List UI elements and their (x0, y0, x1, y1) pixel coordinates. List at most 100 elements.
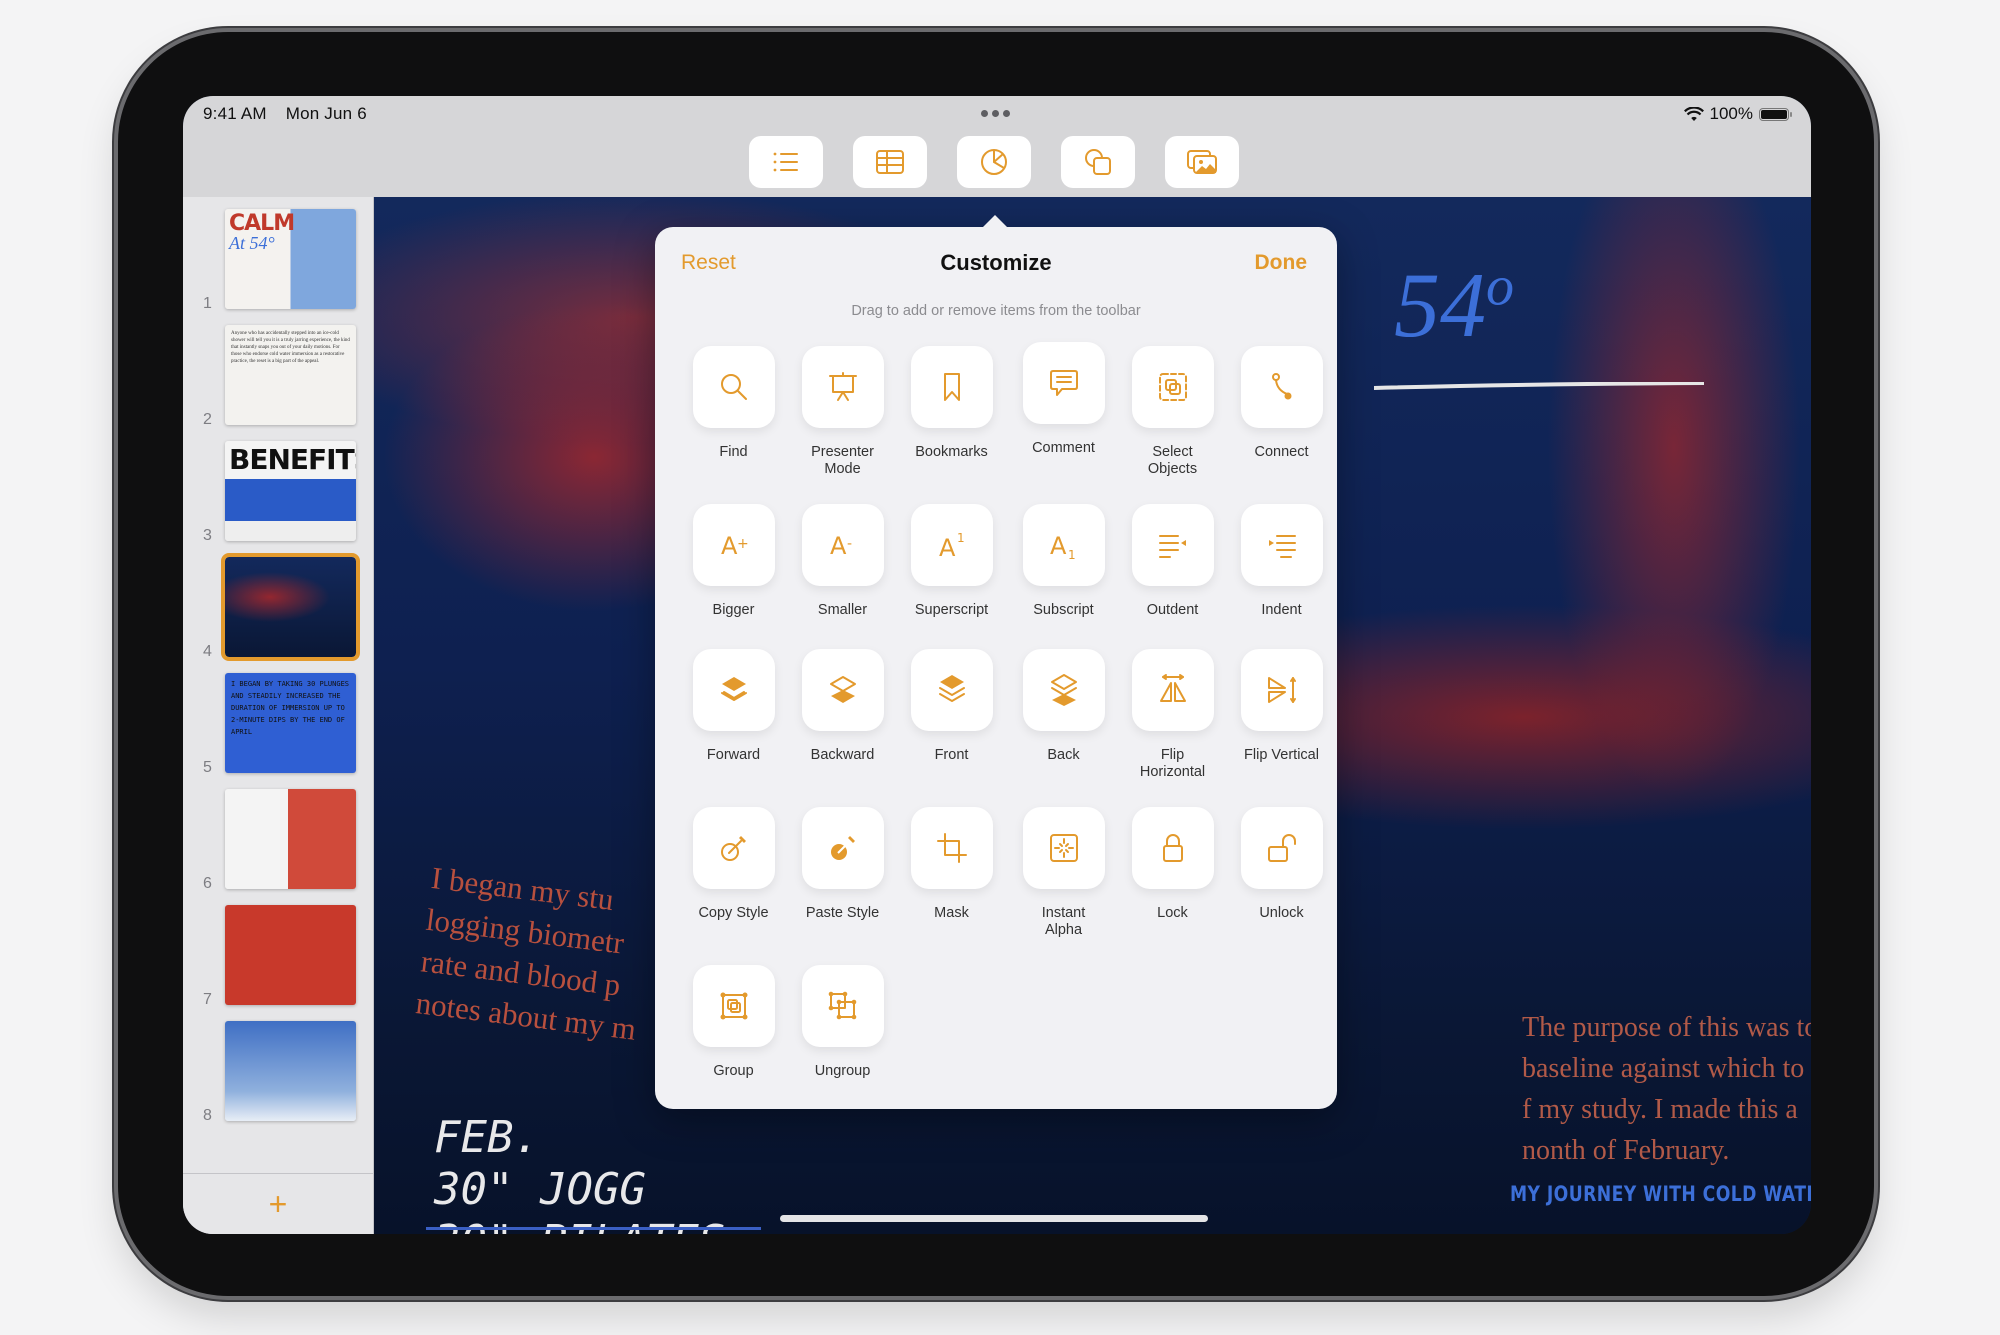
toolbar-chart-button[interactable] (957, 136, 1031, 188)
slide-thumbnail-subtitle: At 54° (229, 233, 275, 253)
toolbar-text-list-button[interactable] (749, 136, 823, 188)
slide-thumbnail-row[interactable]: 4 (183, 553, 373, 661)
toolbar-option-copy-style[interactable]: Copy Style (679, 807, 788, 922)
toolbar-option-backward[interactable]: Backward (788, 649, 897, 764)
toolbar-option-tile[interactable]: A- (801, 504, 884, 586)
toolbar-option-tile[interactable] (801, 965, 884, 1047)
slide-thumbnail[interactable] (225, 905, 356, 1005)
slide-number: 8 (203, 1107, 212, 1124)
toolbar-option-label: Unlock (1259, 905, 1304, 921)
crop-mask-icon (936, 833, 967, 863)
slide-number: 6 (203, 875, 212, 892)
slide-thumbnail-row[interactable]: 1 CALM At 54° (183, 209, 373, 313)
toolbar-option-presenter-mode[interactable]: Presenter Mode (788, 346, 897, 478)
toolbar-option-back[interactable]: Back (1009, 649, 1118, 764)
toolbar-option-tile[interactable] (1240, 346, 1323, 428)
slide-title-temperature[interactable]: 54o (1394, 252, 1514, 358)
toolbar-option-tile[interactable] (801, 346, 884, 428)
toolbar-option-tile[interactable] (1240, 649, 1323, 731)
svg-text:+: + (737, 536, 749, 552)
slide-thumbnail-row[interactable]: 5 I began by taking 30 plunges and steadi… (183, 673, 373, 777)
toolbar-option-tile[interactable] (692, 807, 775, 889)
toolbar-option-forward[interactable]: Forward (679, 649, 788, 764)
slide-thumbnail-row[interactable]: 6 (183, 789, 373, 893)
toolbar-option-flip-vertical[interactable]: Flip Vertical (1227, 649, 1336, 764)
indent-icon (1268, 535, 1296, 558)
done-button[interactable]: Done (1255, 251, 1308, 275)
handwritten-notes[interactable]: FEB. 30" JOGG 30" PILATES (434, 1112, 725, 1234)
toolbar-option-tile[interactable] (1131, 807, 1214, 889)
main-toolbar (749, 136, 1239, 188)
toolbar-option-tile[interactable] (801, 649, 884, 731)
toolbar-shapes-button[interactable] (1061, 136, 1135, 188)
toolbar-option-bookmarks[interactable]: Bookmarks (897, 346, 1006, 461)
toolbar-option-tile[interactable] (1022, 342, 1105, 424)
popover-arrow (982, 215, 1008, 228)
toolbar-option-ungroup[interactable]: Ungroup (788, 965, 897, 1080)
toolbar-option-tile[interactable] (1131, 346, 1214, 428)
toolbar-option-subscript[interactable]: A 1 Subscript (1009, 504, 1118, 619)
toolbar-option-smaller[interactable]: A - Smaller (788, 504, 897, 619)
group-icon (720, 992, 747, 1020)
add-slide-button[interactable]: + (183, 1173, 373, 1234)
toolbar-option-flip-horizontal[interactable]: Flip Horizontal (1118, 649, 1227, 781)
toolbar-option-tile[interactable] (1131, 504, 1214, 586)
lock-icon (1162, 834, 1183, 862)
list-icon (773, 152, 798, 172)
toolbar-option-tile[interactable]: A1 (1022, 504, 1105, 586)
toolbar-option-bigger[interactable]: A + Bigger (679, 504, 788, 619)
slide-thumbnail[interactable] (221, 553, 360, 661)
toolbar-option-unlock[interactable]: Unlock (1227, 807, 1336, 922)
slide-number: 1 (203, 295, 212, 312)
toolbar-option-tile[interactable] (1240, 807, 1323, 889)
toolbar-option-tile[interactable] (692, 346, 775, 428)
toolbar-option-tile[interactable] (1022, 807, 1105, 889)
toolbar-option-tile[interactable] (692, 649, 775, 731)
toolbar-option-tile[interactable]: A + (692, 504, 775, 586)
toolbar-option-label: Presenter Mode (811, 444, 874, 477)
toolbar-option-tile[interactable] (1022, 649, 1105, 731)
toolbar-option-tile[interactable] (1240, 504, 1323, 586)
slide-thumbnail[interactable]: BENEFITS (225, 441, 356, 541)
toolbar-media-button[interactable] (1165, 136, 1239, 188)
toolbar-option-mask[interactable]: Mask (897, 807, 1006, 922)
toolbar-option-label: Back (1047, 747, 1080, 763)
multitasking-dots-icon[interactable] (981, 110, 1010, 117)
toolbar-option-lock[interactable]: Lock (1118, 807, 1227, 922)
toolbar-option-superscript[interactable]: A 1 Superscript (897, 504, 1006, 619)
toolbar-option-indent[interactable]: Indent (1227, 504, 1336, 619)
toolbar-option-group[interactable]: Group (679, 965, 788, 1080)
toolbar-table-button[interactable] (853, 136, 927, 188)
toolbar-option-tile[interactable] (1131, 649, 1214, 731)
toolbar-option-tile[interactable] (910, 807, 993, 889)
slide-thumbnail[interactable] (225, 789, 356, 889)
toolbar-option-front[interactable]: Front (897, 649, 1006, 764)
slide-thumbnail-row[interactable]: 2 Anyone who has accidentally stepped int… (183, 325, 373, 429)
toolbar-option-paste-style[interactable]: Paste Style (788, 807, 897, 922)
toolbar-option-tile[interactable] (910, 346, 993, 428)
paste-style-eyedropper-icon (830, 836, 855, 860)
toolbar-option-label: Comment (1032, 440, 1095, 456)
toolbar-option-select-objects[interactable]: Select Objects (1118, 346, 1227, 478)
slide-thumbnail-row[interactable]: 8 (183, 1021, 373, 1125)
slide-body-text-right[interactable]: The purpose of this was to baseline agai… (1522, 1007, 1811, 1171)
slide-thumbnail-row[interactable]: 7 (183, 905, 373, 1009)
slide-thumbnail[interactable] (225, 1021, 356, 1121)
toolbar-option-tile[interactable] (692, 965, 775, 1047)
slide-thumbnail[interactable]: Anyone who has accidentally stepped into… (225, 325, 356, 425)
toolbar-option-outdent[interactable]: Outdent (1118, 504, 1227, 619)
toolbar-option-tile[interactable]: A1 (910, 504, 993, 586)
status-date: Mon Jun 6 (285, 104, 367, 123)
toolbar-option-tile[interactable] (910, 649, 993, 731)
toolbar-option-label: Bookmarks (915, 444, 988, 460)
slide-thumbnail-row[interactable]: 3 BENEFITS (183, 441, 373, 545)
slide-thumbnail[interactable]: I began by taking 30 plunges and steadil… (225, 673, 356, 773)
toolbar-option-tile[interactable] (801, 807, 884, 889)
toolbar-option-comment[interactable]: Comment (1009, 342, 1118, 457)
svg-text:1: 1 (957, 531, 965, 545)
home-indicator[interactable] (780, 1215, 1208, 1222)
slide-thumbnail[interactable]: CALM At 54° (225, 209, 356, 309)
toolbar-option-find[interactable]: Find (679, 346, 788, 461)
toolbar-option-connect[interactable]: Connect (1227, 346, 1336, 461)
toolbar-option-instant-alpha[interactable]: Instant Alpha (1009, 807, 1118, 939)
